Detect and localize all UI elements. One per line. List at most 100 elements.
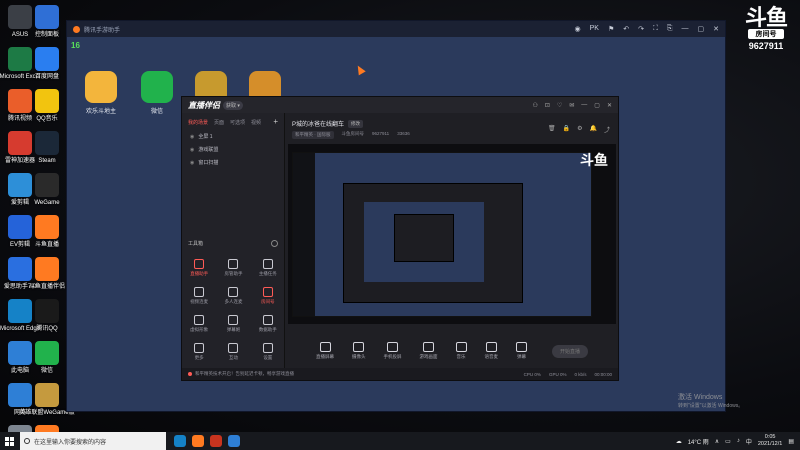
desktop-icon[interactable]: 腾讯QQ: [27, 296, 67, 338]
tool-item[interactable]: 数据助手: [251, 315, 285, 333]
tool-item[interactable]: 主播任务: [251, 259, 285, 277]
companion-control-icon[interactable]: ♡: [557, 102, 562, 109]
action-label: 游戏画面: [419, 354, 438, 359]
share-icon[interactable]: ⤴: [604, 125, 610, 134]
taskbar-app-icon[interactable]: [192, 435, 204, 447]
start-live-button[interactable]: 开始直播: [551, 344, 588, 358]
emulator-control-icon[interactable]: ▢: [698, 25, 705, 33]
desktop-icon[interactable]: 百度网盘: [27, 44, 67, 86]
lock-icon[interactable]: 🔒: [563, 125, 570, 134]
emulator-app-tile[interactable]: 微信: [137, 71, 177, 115]
emulator-title-bar: 腾讯手游助手 ◉ PK ⚑ ↶ ↷ ⛶ ⎘ — ▢ ✕: [67, 21, 725, 37]
gear-icon[interactable]: ⚙: [577, 125, 582, 134]
clock[interactable]: 0:05 2021/12/1: [758, 434, 782, 448]
companion-control-icon[interactable]: ✕: [607, 102, 612, 109]
stream-action-button[interactable]: 音乐: [455, 342, 467, 360]
taskbar-app-icon[interactable]: [210, 435, 222, 447]
tool-item[interactable]: 房管助手: [216, 259, 250, 277]
room-meta-viewers: 33636: [397, 131, 410, 136]
desktop-icon[interactable]: Steam: [27, 128, 67, 170]
desktop-app-icon: [35, 47, 59, 71]
tool-icon: [194, 287, 205, 297]
tool-label: 数据助手: [258, 327, 277, 332]
emulator-control-icon[interactable]: ✕: [713, 25, 719, 33]
tool-icon: [262, 287, 273, 297]
desktop-icon[interactable]: 英雄联盟WeGame版: [19, 380, 75, 422]
scene-label: 游戏联盟: [198, 147, 219, 153]
toolbox-more-icon[interactable]: [271, 240, 278, 247]
scene-item[interactable]: ◉ 窗口扫描: [182, 156, 284, 169]
emulator-control-icon[interactable]: ⚑: [608, 25, 614, 33]
ime-icon[interactable]: 中: [746, 437, 752, 446]
tool-item[interactable]: 虚拟形象: [182, 315, 216, 333]
tool-item[interactable]: 视频连麦: [182, 287, 216, 305]
emulator-control-icon[interactable]: ⎘: [667, 25, 673, 33]
tool-item[interactable]: 直播助手: [182, 259, 216, 277]
stream-action-button[interactable]: 直播屏幕: [316, 342, 334, 360]
emulator-control-icon[interactable]: ↶: [623, 25, 629, 33]
room-category[interactable]: 和平精英 · 国际服: [292, 131, 334, 139]
tencent-emulator-window[interactable]: 腾讯手游助手 ◉ PK ⚑ ↶ ↷ ⛶ ⎘ — ▢ ✕ 16 欢乐斗地主 微信 直播伴侣 获取 ▾ …: [66, 20, 726, 412]
tool-label: 更多: [194, 355, 204, 360]
tool-item[interactable]: 更多: [182, 343, 216, 361]
taskbar-app-icon[interactable]: [228, 435, 240, 447]
tray-arrow-icon[interactable]: ∧: [715, 438, 719, 445]
tool-icon: [228, 287, 239, 297]
stream-action-button[interactable]: 语音麦: [485, 342, 498, 360]
eye-icon[interactable]: ◉: [190, 134, 194, 140]
tool-item[interactable]: 弹幕姬: [216, 315, 250, 333]
emulator-control-icon[interactable]: —: [682, 25, 689, 33]
stream-action-button[interactable]: 弹幕: [516, 342, 527, 360]
desktop-icon[interactable]: 斗鱼直播: [27, 212, 67, 254]
status-stat: 0 kb/s: [574, 371, 587, 377]
taskbar-app-icon[interactable]: [174, 435, 186, 447]
companion-control-icon[interactable]: ▢: [594, 102, 600, 109]
action-icon: [387, 342, 398, 352]
companion-control-icon[interactable]: ⊡: [545, 102, 550, 109]
scene-tab[interactable]: 我的场景: [188, 119, 208, 126]
companion-badge[interactable]: 获取 ▾: [223, 100, 243, 110]
emulator-control-icon[interactable]: ↷: [638, 25, 644, 33]
scene-item[interactable]: ◉ 全屏 1: [182, 130, 284, 143]
emulator-control-icon[interactable]: PK: [590, 25, 599, 33]
taskbar-search[interactable]: 在这里输入你要搜索的内容: [20, 432, 166, 450]
tool-item[interactable]: 多人连麦: [216, 287, 250, 305]
stream-action-button[interactable]: 游戏画面: [420, 342, 438, 360]
stream-action-button[interactable]: 手机投屏: [384, 342, 402, 360]
bell-icon[interactable]: 🔔: [590, 125, 597, 134]
tool-item[interactable]: 互动: [216, 343, 250, 361]
notification-icon[interactable]: ▤: [788, 438, 794, 445]
start-button[interactable]: [0, 432, 18, 450]
scene-item[interactable]: ◉ 游戏联盟: [182, 143, 284, 156]
douyu-live-companion-window[interactable]: 直播伴侣 获取 ▾ ⚇ ⊡ ♡ ✉ — ▢ ✕ 我的场景 页面 可选项 视频 + ◉ 全屏 1 ◉ 游戏联…: [181, 96, 619, 381]
weather-text[interactable]: 14°C 雨: [688, 437, 709, 446]
toolbox-title: 工具箱: [188, 241, 204, 247]
scene-tab[interactable]: 视频: [251, 119, 261, 126]
stream-preview[interactable]: 斗鱼: [288, 144, 616, 324]
emulator-app-tile[interactable]: 欢乐斗地主: [81, 71, 121, 115]
desktop-icon[interactable]: 控制面板: [27, 2, 67, 44]
desktop-icon[interactable]: 斗鱼直播伴侣: [27, 254, 67, 296]
desktop-icon[interactable]: 微信: [27, 338, 67, 380]
emulator-control-icon[interactable]: ⛶: [653, 25, 658, 33]
companion-control-icon[interactable]: ✉: [569, 102, 574, 109]
companion-control-icon[interactable]: ⚇: [532, 102, 537, 109]
eye-icon[interactable]: ◉: [190, 147, 194, 153]
volume-icon[interactable]: ♪: [737, 438, 740, 444]
companion-control-icon[interactable]: —: [581, 102, 587, 109]
eye-icon[interactable]: ◉: [190, 160, 194, 166]
scene-tab[interactable]: 页面: [214, 119, 224, 126]
scene-tab[interactable]: +: [273, 118, 278, 126]
network-icon[interactable]: ▭: [725, 438, 731, 445]
room-edit-tag[interactable]: 修改: [348, 119, 364, 128]
preview-nested-window: [343, 183, 523, 303]
stream-action-button[interactable]: 摄像头: [352, 342, 366, 360]
desktop-icon[interactable]: QQ音乐: [27, 86, 67, 128]
emulator-control-icon[interactable]: ◉: [575, 25, 581, 33]
status-stat: CPU 0%: [523, 371, 541, 377]
trash-icon[interactable]: 🗑: [548, 125, 556, 134]
tool-item[interactable]: 设置: [251, 343, 285, 361]
scene-tab[interactable]: 可选项: [230, 119, 245, 126]
tool-item[interactable]: 房间号: [251, 287, 285, 305]
desktop-icon[interactable]: WeGame: [27, 170, 67, 212]
